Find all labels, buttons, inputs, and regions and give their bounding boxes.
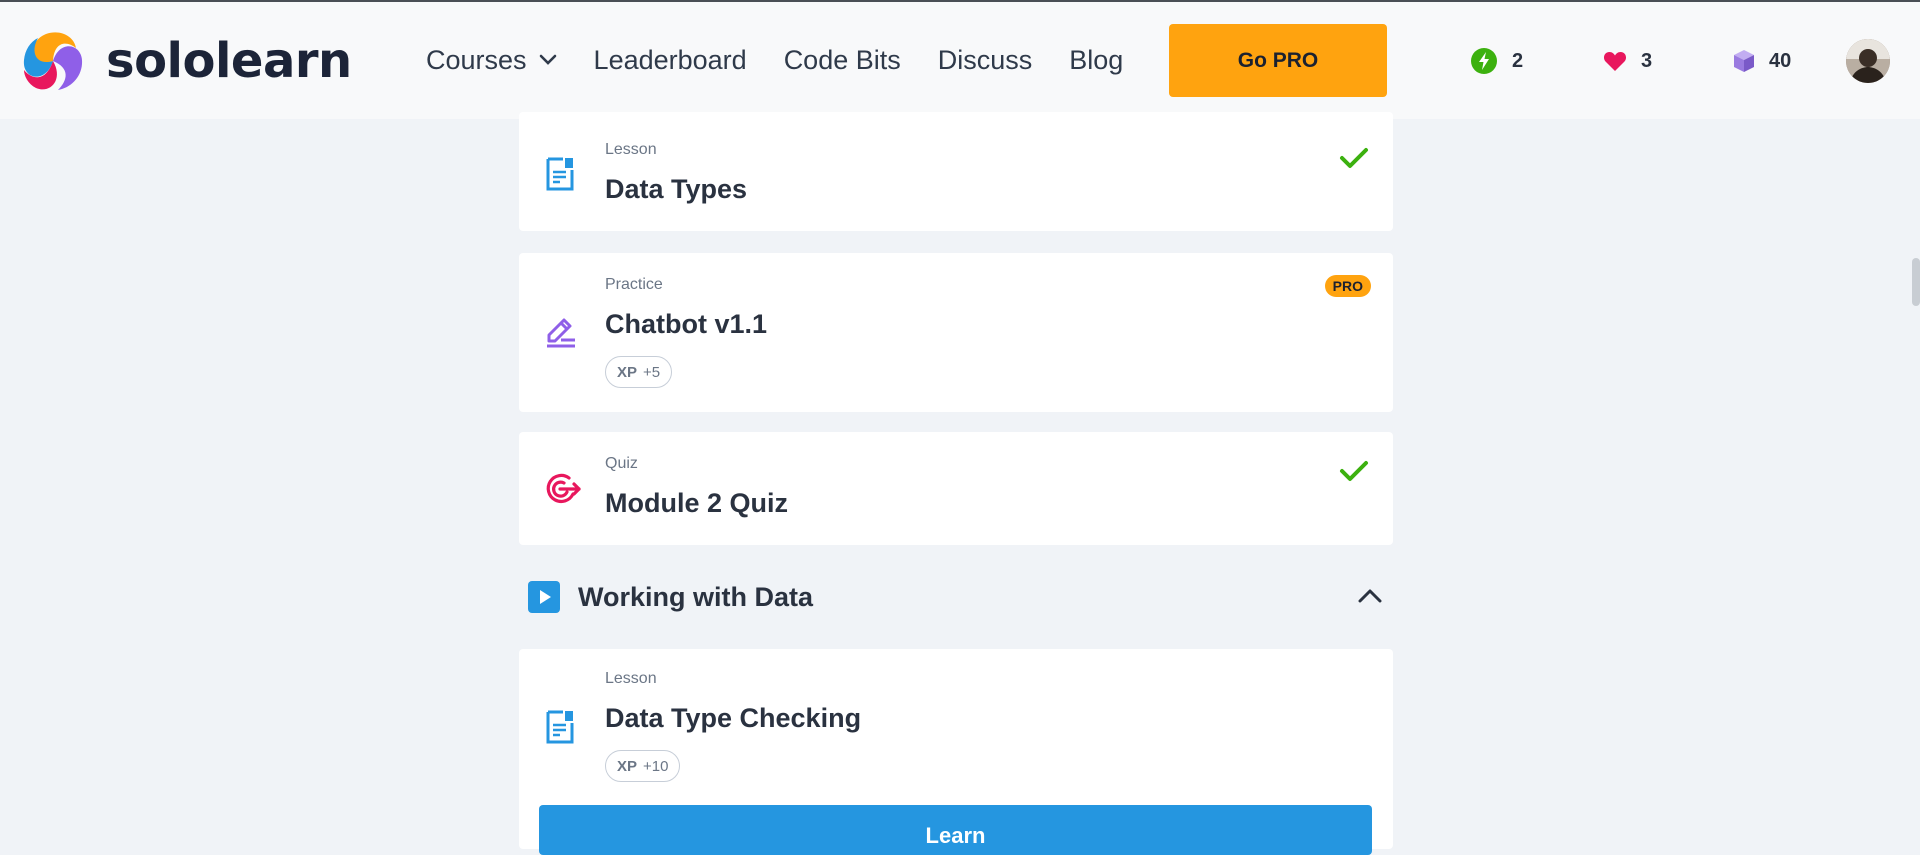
chevron-down-icon bbox=[539, 54, 556, 65]
user-avatar[interactable] bbox=[1846, 39, 1890, 83]
nav-blog[interactable]: Blog bbox=[1069, 45, 1123, 76]
item-title: Module 2 Quiz bbox=[605, 488, 789, 518]
nav-discuss-label: Discuss bbox=[937, 44, 1033, 75]
gems-value: 40 bbox=[1769, 49, 1792, 72]
brand-name: sololearn bbox=[106, 33, 352, 89]
hearts-counter[interactable]: 3 bbox=[1603, 46, 1652, 76]
xp-value: +10 bbox=[643, 757, 669, 775]
item-type: Quiz bbox=[605, 455, 638, 472]
avatar-photo bbox=[1846, 39, 1890, 83]
practice-card-chatbot[interactable]: Practice Chatbot v1.1 PRO XP +5 bbox=[519, 253, 1393, 412]
lesson-icon bbox=[546, 157, 574, 191]
cube-icon bbox=[1734, 50, 1754, 72]
page-scrollbar-thumb[interactable] bbox=[1912, 258, 1920, 306]
nav-blog-label: Blog bbox=[1069, 44, 1124, 75]
main-nav: Courses Leaderboard Code Bits Discuss Bl… bbox=[426, 40, 1160, 80]
item-title: Data Type Checking bbox=[605, 703, 862, 733]
xp-label: XP bbox=[617, 363, 638, 381]
practice-pencil-icon bbox=[547, 318, 575, 348]
streak-counter[interactable]: 2 bbox=[1470, 46, 1523, 76]
sololearn-logo[interactable]: sololearn bbox=[20, 28, 352, 94]
top-navigation-bar: sololearn Courses Leaderboard Code Bits … bbox=[0, 2, 1920, 119]
xp-value: +5 bbox=[643, 363, 661, 381]
item-type: Lesson bbox=[605, 141, 657, 158]
xp-badge: XP +5 bbox=[605, 356, 673, 388]
nav-code-bits-label: Code Bits bbox=[783, 44, 901, 75]
streak-value: 2 bbox=[1512, 49, 1524, 72]
learn-button[interactable]: Learn bbox=[539, 805, 1372, 855]
item-type: Lesson bbox=[605, 670, 657, 687]
quiz-card-module-2[interactable]: Quiz Module 2 Quiz bbox=[519, 432, 1393, 545]
lesson-icon bbox=[546, 710, 574, 744]
item-title: Chatbot v1.1 bbox=[605, 309, 768, 339]
go-pro-button[interactable]: Go PRO bbox=[1169, 24, 1387, 97]
sololearn-logo-icon bbox=[23, 32, 83, 90]
nav-courses-label: Courses bbox=[426, 44, 527, 75]
hearts-value: 3 bbox=[1641, 49, 1653, 72]
xp-label: XP bbox=[617, 757, 638, 775]
checkmark-icon bbox=[1340, 148, 1368, 168]
item-type: Practice bbox=[605, 276, 663, 293]
nav-leaderboard-label: Leaderboard bbox=[593, 44, 747, 75]
nav-courses[interactable]: Courses bbox=[426, 45, 557, 76]
quiz-target-icon bbox=[546, 473, 581, 504]
module-section-working-with-data[interactable]: Working with Data bbox=[528, 575, 1394, 619]
gems-counter[interactable]: 40 bbox=[1733, 46, 1791, 76]
item-title: Data Types bbox=[605, 174, 748, 204]
lesson-card-data-types[interactable]: Lesson Data Types bbox=[519, 112, 1393, 231]
xp-badge: XP +10 bbox=[605, 750, 681, 782]
heart-icon bbox=[1603, 52, 1627, 71]
section-title: Working with Data bbox=[578, 581, 814, 612]
module-play-icon bbox=[528, 581, 560, 613]
lightning-icon bbox=[1471, 48, 1497, 74]
nav-code-bits[interactable]: Code Bits bbox=[784, 45, 901, 76]
chevron-up-icon[interactable] bbox=[1358, 587, 1382, 605]
nav-leaderboard[interactable]: Leaderboard bbox=[594, 45, 747, 76]
pro-badge: PRO bbox=[1324, 275, 1371, 297]
checkmark-icon bbox=[1340, 461, 1368, 481]
nav-discuss[interactable]: Discuss bbox=[938, 45, 1033, 76]
